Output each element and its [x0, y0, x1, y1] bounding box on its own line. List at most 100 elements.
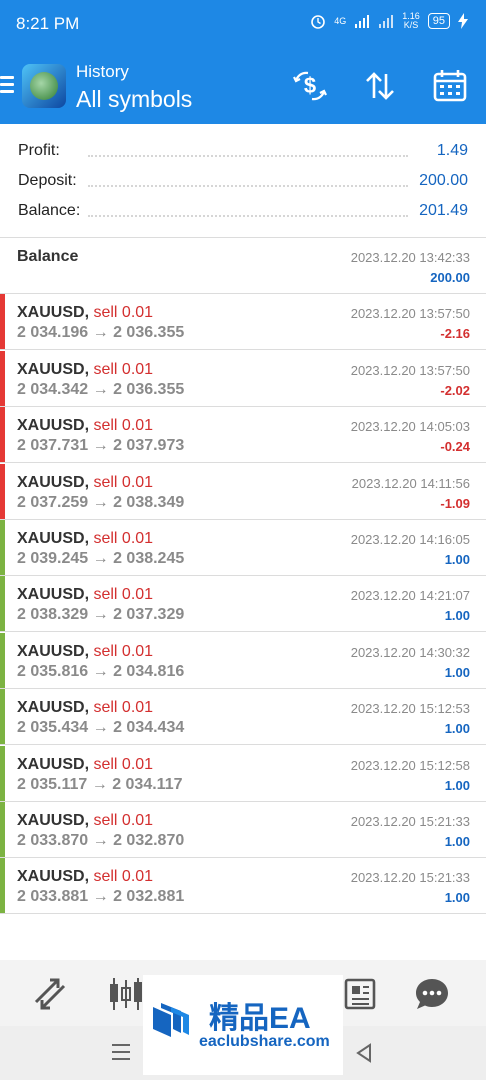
row-amount: -2.16 [440, 326, 470, 341]
trade-symbol: XAUUSD, sell 0.01 [17, 643, 153, 661]
charging-icon [458, 13, 468, 29]
watermark-brand: 精品EA [209, 1002, 311, 1035]
signal-icon-2 [379, 15, 394, 28]
trade-result-indicator [0, 689, 5, 744]
summary-row-profit: Profit: 1.49 [18, 142, 468, 164]
trade-prices: 2 035.434 → 2 034.434 [17, 719, 185, 736]
trade-side: sell 0.01 [93, 474, 154, 491]
trade-prices: 2 038.329 → 2 037.329 [17, 606, 185, 623]
trade-row[interactable]: XAUUSD, sell 0.01 2 033.870 → 2 032.870 20… [0, 802, 486, 858]
trade-result-indicator [0, 746, 5, 801]
trade-symbol-name: XAUUSD, [17, 756, 90, 773]
top-bar: 8:21 PM 4G 1.16 K/S 95 History All symbo… [0, 0, 486, 124]
trade-side: sell 0.01 [93, 530, 154, 547]
recent-apps-icon[interactable] [112, 1044, 130, 1065]
status-time: 8:21 PM [16, 14, 80, 33]
trade-row[interactable]: XAUUSD, sell 0.01 2 035.434 → 2 034.434 20… [0, 689, 486, 745]
trade-symbol: XAUUSD, sell 0.01 [17, 304, 153, 322]
row-amount: -2.02 [440, 383, 470, 398]
row-time: 2023.12.20 13:42:33 [350, 250, 470, 265]
page-title[interactable]: All symbols [76, 86, 192, 113]
trade-row[interactable]: XAUUSD, sell 0.01 2 033.881 → 2 032.881 20… [0, 858, 486, 914]
trade-symbol-name: XAUUSD, [17, 868, 90, 885]
row-time: 2023.12.20 14:21:07 [350, 588, 470, 603]
status-bar: 8:21 PM 4G 1.16 K/S 95 [0, 0, 486, 48]
trade-prices: 2 039.245 → 2 038.245 [17, 550, 185, 567]
summary-value: 200.00 [413, 172, 468, 190]
row-time: 2023.12.20 13:57:50 [350, 306, 470, 321]
trade-row[interactable]: XAUUSD, sell 0.01 2 037.259 → 2 038.349 20… [0, 464, 486, 520]
chat-icon[interactable] [412, 974, 452, 1014]
trade-result-indicator [0, 407, 5, 462]
trade-symbol-name: XAUUSD, [17, 530, 90, 547]
balance-label: Balance [17, 248, 79, 265]
trade-row[interactable]: XAUUSD, sell 0.01 2 035.117 → 2 034.117 20… [0, 746, 486, 802]
trade-symbol-name: XAUUSD, [17, 586, 90, 603]
trade-side: sell 0.01 [93, 304, 154, 321]
trade-side: sell 0.01 [93, 417, 154, 434]
row-amount: -0.24 [440, 439, 470, 454]
trade-side: sell 0.01 [93, 361, 154, 378]
trade-result-indicator [0, 351, 5, 406]
trade-symbol-name: XAUUSD, [17, 417, 90, 434]
trade-prices: 2 035.816 → 2 034.816 [17, 663, 185, 680]
row-amount: 1.00 [444, 608, 470, 623]
trade-symbol-name: XAUUSD, [17, 812, 90, 829]
trade-symbol-name: XAUUSD, [17, 474, 90, 491]
row-time: 2023.12.20 15:12:58 [350, 758, 470, 773]
trade-row[interactable]: XAUUSD, sell 0.01 2 034.342 → 2 036.355 20… [0, 351, 486, 407]
trade-symbol: XAUUSD, sell 0.01 [17, 699, 153, 717]
dollar-exchange-icon[interactable]: $ [292, 68, 328, 104]
summary-value: 201.49 [413, 202, 468, 220]
trade-row[interactable]: XAUUSD, sell 0.01 2 039.245 → 2 038.245 20… [0, 520, 486, 576]
trade-result-indicator [0, 802, 5, 857]
row-time: 2023.12.20 15:12:53 [350, 701, 470, 716]
row-amount: 1.00 [444, 665, 470, 680]
trade-symbol: XAUUSD, sell 0.01 [17, 530, 153, 548]
trade-prices: 2 035.117 → 2 034.117 [17, 776, 183, 793]
row-amount: 1.00 [444, 552, 470, 567]
watermark-logo-icon [153, 1003, 189, 1037]
svg-text:$: $ [304, 73, 316, 98]
row-amount: 200.00 [430, 270, 470, 285]
trade-prices: 2 033.881 → 2 032.881 [17, 888, 185, 905]
menu-icon[interactable] [0, 76, 14, 96]
row-time: 2023.12.20 15:21:33 [350, 814, 470, 829]
trade-row[interactable]: XAUUSD, sell 0.01 2 035.816 → 2 034.816 20… [0, 633, 486, 689]
quotes-icon[interactable] [30, 974, 70, 1014]
trade-prices: 2 034.342 → 2 036.355 [17, 381, 185, 398]
trade-side: sell 0.01 [93, 586, 154, 603]
back-icon[interactable] [354, 1042, 374, 1069]
trade-side: sell 0.01 [93, 868, 154, 885]
trade-row[interactable]: XAUUSD, sell 0.01 2 034.196 → 2 036.355 20… [0, 294, 486, 350]
trade-side: sell 0.01 [93, 699, 154, 716]
trade-result-indicator [0, 520, 5, 575]
account-summary: Profit: 1.49 Deposit: 200.00 Balance: 20… [0, 124, 486, 238]
news-icon[interactable] [340, 974, 380, 1014]
balance-row[interactable]: Balance 2023.12.20 13:42:33 200.00 [0, 238, 486, 294]
network-type: 4G [334, 16, 347, 26]
row-amount: 1.00 [444, 890, 470, 905]
trade-symbol: XAUUSD, sell 0.01 [17, 474, 153, 492]
trade-side: sell 0.01 [93, 643, 154, 660]
trade-row[interactable]: XAUUSD, sell 0.01 2 037.731 → 2 037.973 20… [0, 407, 486, 463]
calendar-icon[interactable] [432, 68, 468, 104]
summary-label: Profit: [18, 142, 66, 160]
trade-symbol: XAUUSD, sell 0.01 [17, 586, 153, 604]
trade-result-indicator [0, 576, 5, 631]
trade-prices: 2 037.259 → 2 038.349 [17, 494, 185, 511]
trade-row[interactable]: XAUUSD, sell 0.01 2 038.329 → 2 037.329 20… [0, 576, 486, 632]
app-bar: History All symbols $ [0, 48, 486, 124]
row-amount: 1.00 [444, 778, 470, 793]
trade-result-indicator [0, 633, 5, 688]
trade-symbol-name: XAUUSD, [17, 643, 90, 660]
chart-icon[interactable] [106, 974, 146, 1014]
trade-symbol: XAUUSD, sell 0.01 [17, 812, 153, 830]
row-time: 2023.12.20 14:05:03 [350, 419, 470, 434]
summary-label: Deposit: [18, 172, 83, 190]
trade-symbol: XAUUSD, sell 0.01 [17, 868, 153, 886]
sort-icon[interactable] [362, 68, 398, 104]
page-subtitle: History [76, 62, 129, 81]
trade-side: sell 0.01 [93, 812, 154, 829]
row-time: 2023.12.20 15:21:33 [350, 870, 470, 885]
